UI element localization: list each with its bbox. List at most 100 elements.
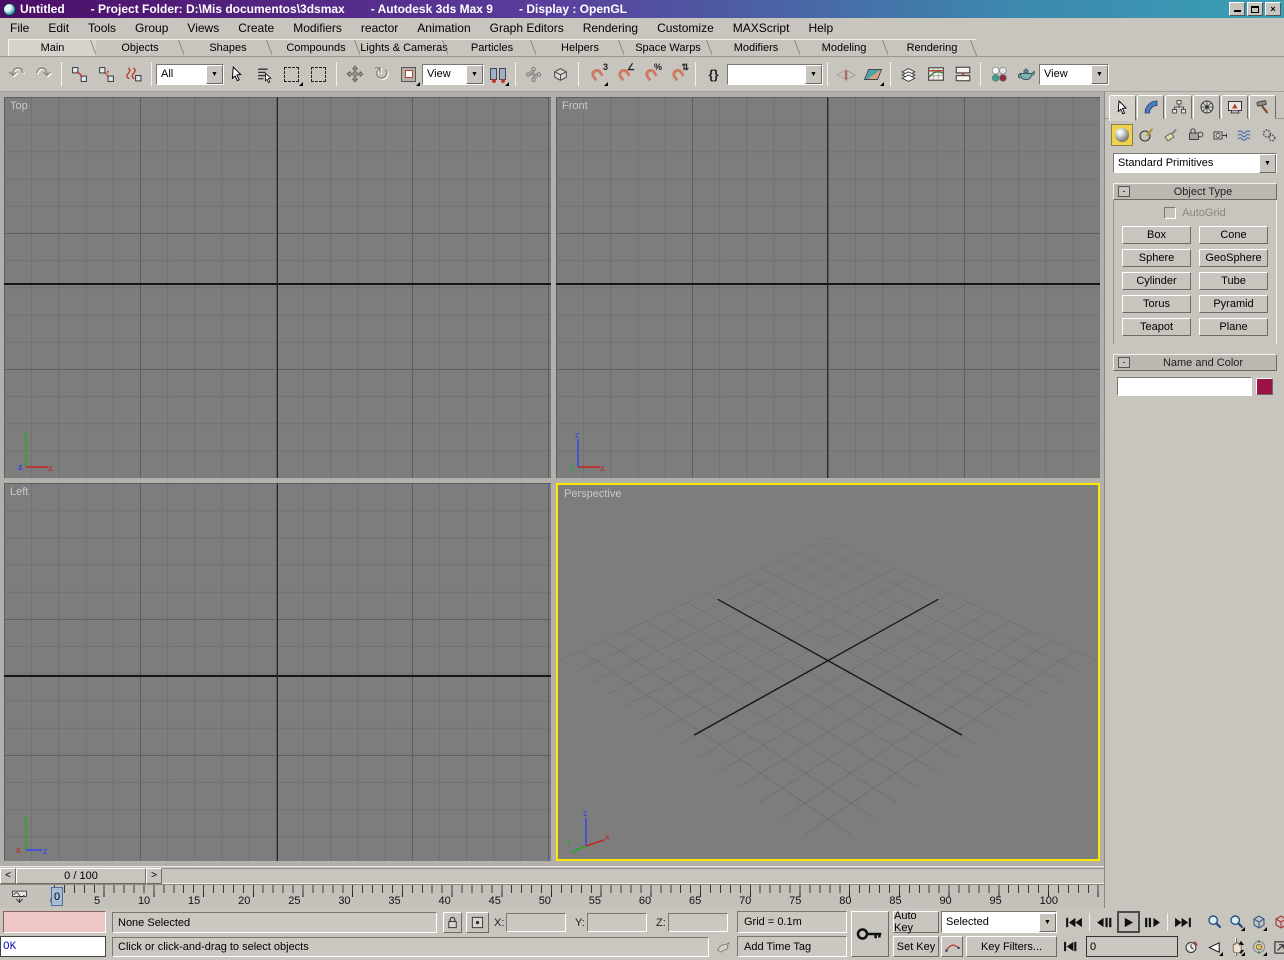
viewport-label[interactable]: Left xyxy=(10,486,28,498)
tab-space-warps[interactable]: Space Warps xyxy=(624,39,712,56)
curve-editor-button[interactable] xyxy=(922,61,949,88)
dropdown-arrow-icon[interactable]: ▼ xyxy=(1259,153,1276,173)
open-mini-curve-editor-button[interactable] xyxy=(6,887,32,907)
maxscript-mini-listener[interactable]: OK xyxy=(0,936,106,957)
close-button[interactable]: × xyxy=(1265,2,1281,16)
viewport-label[interactable]: Perspective xyxy=(564,488,621,500)
category-shapes[interactable] xyxy=(1136,124,1158,146)
next-frame-button[interactable] xyxy=(1141,911,1164,933)
dropdown-arrow-icon[interactable]: ▼ xyxy=(1091,64,1108,84)
tab-modify[interactable] xyxy=(1137,95,1164,119)
menu-maxscript[interactable]: MAXScript xyxy=(733,21,790,35)
category-space-warps[interactable] xyxy=(1234,124,1256,146)
torus-button[interactable]: Torus xyxy=(1122,295,1191,313)
category-helpers[interactable] xyxy=(1209,124,1231,146)
communicate-button[interactable] xyxy=(713,937,733,957)
current-frame-field[interactable] xyxy=(1086,936,1244,957)
menu-reactor[interactable]: reactor xyxy=(361,21,398,35)
tab-main[interactable]: Main xyxy=(8,39,96,56)
menu-file[interactable]: File xyxy=(10,21,29,35)
y-coordinate-input[interactable] xyxy=(587,914,646,931)
use-pivot-point-center-button[interactable] xyxy=(484,61,511,88)
play-animation-button[interactable] xyxy=(1117,911,1140,933)
menu-rendering[interactable]: Rendering xyxy=(583,21,638,35)
absolute-mode-toggle-button[interactable] xyxy=(466,912,489,933)
time-slider-handle[interactable]: 0 / 100 xyxy=(16,867,146,884)
maxscript-macro-recorder[interactable] xyxy=(3,911,106,933)
tab-shapes[interactable]: Shapes xyxy=(184,39,272,56)
material-editor-button[interactable] xyxy=(985,61,1012,88)
cone-button[interactable]: Cone xyxy=(1199,226,1268,244)
selection-lock-toggle-button[interactable] xyxy=(443,912,462,933)
collapse-icon[interactable]: - xyxy=(1118,186,1130,197)
name-and-color-rollout-header[interactable]: - Name and Color xyxy=(1113,354,1277,371)
pyramid-button[interactable]: Pyramid xyxy=(1199,295,1268,313)
go-to-end-button[interactable] xyxy=(1171,911,1194,933)
x-coordinate-field[interactable] xyxy=(506,913,567,932)
viewport-perspective-active[interactable]: Perspective z x y xyxy=(556,483,1100,861)
arc-rotate-button[interactable] xyxy=(1248,936,1269,958)
rectangular-selection-region-button[interactable] xyxy=(278,61,305,88)
z-coordinate-field[interactable] xyxy=(667,913,728,932)
geosphere-button[interactable]: GeoSphere xyxy=(1199,249,1268,267)
bind-to-space-warp-button[interactable] xyxy=(120,61,147,88)
redo-button[interactable]: ↷ xyxy=(30,61,57,88)
viewport-front[interactable]: Front z x y xyxy=(556,97,1100,478)
zoom-extents-all-button[interactable] xyxy=(1270,911,1284,933)
maximize-viewport-toggle-button[interactable] xyxy=(1270,936,1284,958)
tab-modifiers[interactable]: Modifiers xyxy=(712,39,800,56)
select-by-name-button[interactable] xyxy=(251,61,278,88)
menu-group[interactable]: Group xyxy=(135,21,168,35)
viewport-label[interactable]: Front xyxy=(562,100,588,112)
undo-button[interactable]: ↶ xyxy=(3,61,30,88)
menu-create[interactable]: Create xyxy=(238,21,274,35)
y-coordinate-field[interactable] xyxy=(586,913,647,932)
percent-snap-toggle-button[interactable]: % xyxy=(637,61,664,88)
box-button[interactable]: Box xyxy=(1122,226,1191,244)
render-type-dropdown[interactable]: View ▼ xyxy=(1039,63,1109,85)
key-filters-button[interactable]: Key Filters... xyxy=(966,936,1057,957)
sphere-button[interactable]: Sphere xyxy=(1122,249,1191,267)
category-systems[interactable] xyxy=(1258,124,1280,146)
object-name-input[interactable] xyxy=(1118,378,1251,395)
dropdown-arrow-icon[interactable]: ▼ xyxy=(206,64,223,84)
cylinder-button[interactable]: Cylinder xyxy=(1122,272,1191,290)
tab-lights-cameras[interactable]: Lights & Cameras xyxy=(360,39,448,56)
go-to-start-button[interactable] xyxy=(1063,911,1086,933)
select-object-button[interactable] xyxy=(224,61,251,88)
object-color-swatch[interactable] xyxy=(1256,378,1273,395)
tab-hierarchy[interactable] xyxy=(1165,95,1192,119)
default-tangent-button[interactable] xyxy=(941,936,963,957)
render-scene-button[interactable] xyxy=(1012,61,1039,88)
menu-tools[interactable]: Tools xyxy=(88,21,116,35)
select-and-move-button[interactable] xyxy=(341,61,368,88)
menu-views[interactable]: Views xyxy=(187,21,219,35)
teapot-button[interactable]: Teapot xyxy=(1122,318,1191,336)
object-name-field[interactable] xyxy=(1117,377,1252,396)
x-coordinate-input[interactable] xyxy=(507,914,566,931)
minimize-button[interactable] xyxy=(1229,2,1245,16)
tab-rendering[interactable]: Rendering xyxy=(888,39,976,56)
menu-help[interactable]: Help xyxy=(808,21,833,35)
category-lights[interactable] xyxy=(1160,124,1182,146)
align-button[interactable] xyxy=(859,61,886,88)
viewport-label[interactable]: Top xyxy=(10,100,28,112)
collapse-icon[interactable]: - xyxy=(1118,357,1130,368)
autogrid-checkbox[interactable] xyxy=(1164,207,1177,219)
spinner-snap-toggle-button[interactable]: ⇅ xyxy=(664,61,691,88)
tab-modeling[interactable]: Modeling xyxy=(800,39,888,56)
tab-particles[interactable]: Particles xyxy=(448,39,536,56)
tab-objects[interactable]: Objects xyxy=(96,39,184,56)
category-cameras[interactable] xyxy=(1185,124,1207,146)
menu-graph-editors[interactable]: Graph Editors xyxy=(490,21,564,35)
pan-view-button[interactable] xyxy=(1226,936,1247,958)
primitive-category-dropdown[interactable]: Standard Primitives ▼ xyxy=(1113,153,1277,173)
tab-helpers[interactable]: Helpers xyxy=(536,39,624,56)
select-and-manipulate-button[interactable] xyxy=(520,61,547,88)
tab-compounds[interactable]: Compounds xyxy=(272,39,360,56)
field-of-view-button[interactable] xyxy=(1204,936,1225,958)
dropdown-arrow-icon[interactable]: ▼ xyxy=(466,64,483,84)
track-bar-ruler[interactable]: 0 05 1015 2025 3035 4045 5055 6065 7075 … xyxy=(40,885,1100,909)
add-time-tag-field[interactable]: Add Time Tag xyxy=(737,936,847,957)
tab-create[interactable] xyxy=(1109,95,1136,121)
